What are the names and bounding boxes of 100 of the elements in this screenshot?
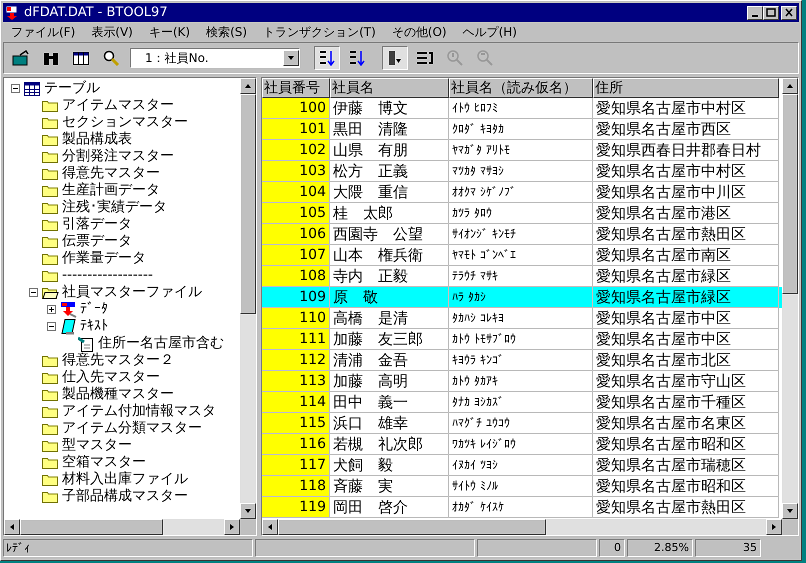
menu-item[interactable]: ヘルプ(H) — [462, 23, 517, 41]
tree-item[interactable]: ﾃｷｽﾄ — [80, 318, 108, 335]
toolbar-button[interactable] — [382, 46, 408, 70]
folder-icon — [42, 405, 58, 418]
vertical-scrollbar[interactable] — [782, 78, 798, 519]
table-row[interactable]: 115 浜口 雄幸 ﾊﾏｸﾞﾁ ﾕｳｺｳ 愛知県名古屋市名東区 — [262, 413, 782, 434]
table-row[interactable]: 104 大隈 重信 ｵｵｸﾏ ｼｹﾞﾉﾌﾞ 愛知県名古屋市中川区 — [262, 182, 782, 203]
key-dropdown[interactable]: 1：社員No. — [130, 48, 300, 68]
scroll-thumb[interactable] — [782, 94, 798, 294]
tree-item[interactable]: 生産計画データ — [62, 182, 160, 199]
tree-item[interactable]: 伝票データ — [62, 233, 132, 250]
table-row[interactable]: 108 寺内 正毅 ﾃﾗｳﾁ ﾏｻｷ 愛知県名古屋市緑区 — [262, 266, 782, 287]
table-row[interactable]: 105 桂 太郎 ｶﾂﾗ ﾀﾛｳ 愛知県名古屋市港区 — [262, 203, 782, 224]
tree-item[interactable]: ﾃﾞｰﾀ — [80, 301, 108, 318]
table-icon — [24, 82, 40, 96]
right-arrow-icon — [228, 523, 236, 531]
table-row[interactable]: 110 高橋 是清 ﾀｶﾊｼ ｺﾚｷﾖ 愛知県名古屋市中区 — [262, 308, 782, 329]
expand-toggle[interactable] — [46, 305, 56, 314]
status-field: 2.85% — [627, 539, 693, 557]
tree-item[interactable]: 社員マスターファイル — [62, 284, 202, 301]
row-number-cell: 116 — [262, 434, 330, 455]
tree-item[interactable]: 型マスター — [62, 437, 132, 454]
collapse-toggle[interactable] — [46, 322, 56, 331]
column-header[interactable]: 社員名（読み仮名） — [449, 78, 593, 98]
vertical-scrollbar[interactable] — [240, 78, 256, 519]
table-row[interactable]: 117 犬飼 毅 ｲﾇｶｲ ﾂﾖｼ 愛知県名古屋市瑞穂区 — [262, 455, 782, 476]
tree-item[interactable]: セクションマスター — [62, 114, 188, 131]
tree-item[interactable]: アイテム分類マスター — [62, 420, 202, 437]
tree-item[interactable]: 仕入先マスター — [62, 369, 160, 386]
menu-item[interactable]: トランザクション(T) — [263, 23, 376, 41]
menu-item[interactable]: キー(K) — [148, 23, 190, 41]
tree-item[interactable]: アイテムマスター — [62, 97, 174, 114]
tree-item[interactable]: 作業量データ — [62, 250, 146, 267]
tree-item[interactable]: 引落データ — [62, 216, 132, 233]
tree-item[interactable]: アイテム付加情報マスタ — [62, 403, 216, 420]
table-row[interactable]: 112 清浦 金吾 ｷﾖｳﾗ ｷﾝｺﾞ 愛知県名古屋市北区 — [262, 350, 782, 371]
tree-item[interactable]: 製品構成表 — [62, 131, 132, 148]
up-arrow-icon — [244, 82, 252, 90]
scroll-left-button[interactable] — [262, 519, 278, 535]
column-header[interactable]: 社員名 — [330, 78, 449, 98]
menu-item[interactable]: その他(O) — [392, 23, 447, 41]
table-row[interactable]: 101 黒田 清隆 ｸﾛﾀﾞ ｷﾖﾀｶ 愛知県名古屋市西区 — [262, 119, 782, 140]
tree-item[interactable]: 得意先マスター２ — [62, 352, 174, 369]
row-number-cell: 110 — [262, 308, 330, 329]
table-row[interactable]: 119 岡田 啓介 ｵｶﾀﾞ ｹｲｽｹ 愛知県名古屋市熱田区 — [262, 497, 782, 518]
table-row[interactable]: 118 斉藤 実 ｻｲﾄｳ ﾐﾉﾙ 愛知県名古屋市昭和区 — [262, 476, 782, 497]
column-header[interactable]: 社員番号 — [262, 78, 330, 98]
scroll-right-button[interactable] — [224, 519, 240, 535]
scroll-left-button[interactable] — [4, 519, 20, 535]
tree-item[interactable]: テーブル — [44, 80, 100, 97]
table-row[interactable]: 116 若槻 礼次郎 ﾜｶﾂｷ ﾚｲｼﾞﾛｳ 愛知県名古屋市昭和区 — [262, 434, 782, 455]
tree-item[interactable]: 住所ー名古屋市含む — [98, 335, 224, 352]
table-row[interactable]: 114 田中 義一 ﾀﾅｶ ﾖｼｶｽﾞ 愛知県名古屋市千種区 — [262, 392, 782, 413]
table-row[interactable]: 107 山本 権兵衛 ﾔﾏﾓﾄ ｺﾞﾝﾍﾞｴ 愛知県名古屋市南区 — [262, 245, 782, 266]
tree-item[interactable]: 材料入出庫ファイル — [62, 471, 188, 488]
scroll-right-button[interactable] — [766, 519, 782, 535]
tree-item[interactable]: 空箱マスター — [62, 454, 146, 471]
row-number-cell: 118 — [262, 476, 330, 497]
tree-item[interactable]: 注残･実績データ — [62, 199, 167, 216]
status-field: 0 — [599, 539, 625, 557]
menu-item[interactable]: 表示(V) — [91, 23, 133, 41]
tree-item[interactable]: 製品機種マスター — [62, 386, 174, 403]
toolbar-button[interactable] — [314, 46, 340, 70]
horizontal-scrollbar[interactable] — [4, 519, 240, 535]
tree-item[interactable]: 子部品構成マスター — [62, 488, 188, 505]
scroll-down-button[interactable] — [240, 503, 256, 519]
table-row[interactable]: 102 山県 有朋 ﾔﾏｶﾞﾀ ｱﾘﾄﾓ 愛知県西春日井郡春日村 — [262, 140, 782, 161]
table-row[interactable]: 111 加藤 友三郎 ｶﾄｳ ﾄﾓｻﾌﾞﾛｳ 愛知県名古屋市中区 — [262, 329, 782, 350]
maximize-button[interactable] — [763, 6, 779, 20]
tree-item[interactable]: 得意先マスター — [62, 165, 160, 182]
scroll-up-button[interactable] — [782, 78, 798, 94]
table-row[interactable]: 113 加藤 高明 ｶﾄｳ ﾀｶｱｷ 愛知県名古屋市守山区 — [262, 371, 782, 392]
down-arrow-icon — [786, 507, 794, 515]
scrollbar-corner — [782, 519, 798, 535]
collapse-toggle[interactable] — [10, 84, 20, 93]
table-row[interactable]: 109 原 敬 ﾊﾗ ﾀｶｼ 愛知県名古屋市緑区 — [262, 287, 782, 308]
close-button[interactable] — [781, 6, 797, 20]
scroll-thumb[interactable] — [20, 519, 163, 535]
minus-icon — [12, 85, 18, 92]
folder-icon — [42, 133, 58, 146]
column-header[interactable]: 住所 — [593, 78, 779, 98]
menu-item[interactable]: ファイル(F) — [11, 23, 76, 41]
row-number-cell: 119 — [262, 497, 330, 518]
tree-item[interactable]: 分割発注マスター — [62, 148, 174, 165]
collapse-toggle[interactable] — [28, 288, 38, 297]
tree-item[interactable]: ------------------ — [62, 267, 153, 284]
table-row[interactable]: 100 伊藤 博文 ｲﾄｳ ﾋﾛﾌﾐ 愛知県名古屋市中村区 — [262, 98, 782, 119]
scroll-down-button[interactable] — [782, 503, 798, 519]
table-row[interactable]: 106 西園寺 公望 ｻｲｵﾝｼﾞ ｷﾝﾓﾁ 愛知県名古屋市熱田区 — [262, 224, 782, 245]
scroll-up-button[interactable] — [240, 78, 256, 94]
table-row[interactable]: 103 松方 正義 ﾏﾂｶﾀ ﾏｻﾖｼ 愛知県名古屋市中村区 — [262, 161, 782, 182]
menu-item[interactable]: 検索(S) — [206, 23, 248, 41]
folder-icon — [42, 456, 58, 469]
scroll-thumb[interactable] — [278, 519, 546, 535]
folder-icon — [42, 218, 58, 231]
row-number-cell: 113 — [262, 371, 330, 392]
horizontal-scrollbar[interactable] — [262, 519, 782, 535]
scroll-thumb[interactable] — [240, 94, 256, 314]
minimize-button[interactable] — [747, 6, 763, 20]
up-arrow-icon — [786, 82, 794, 90]
